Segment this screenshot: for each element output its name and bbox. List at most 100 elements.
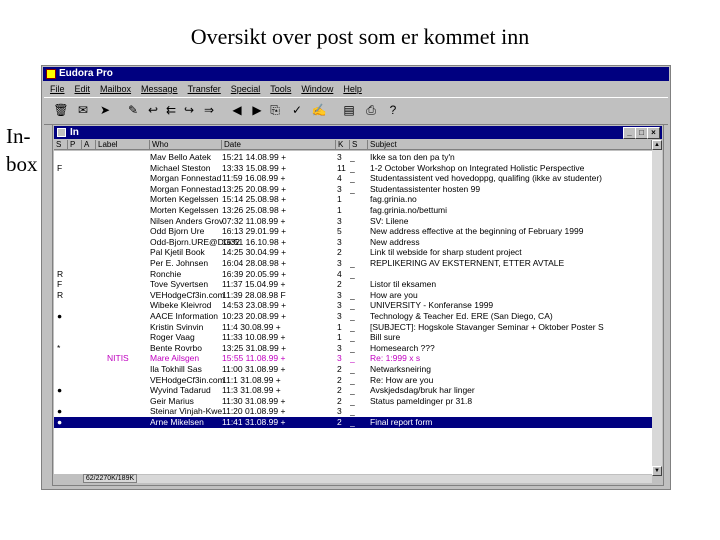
- column-header-attachment[interactable]: A: [82, 140, 96, 150]
- close-button[interactable]: ×: [647, 127, 660, 139]
- message-row[interactable]: Odd Bjorn Ure 16:13 29.01.99 +5 New addres…: [54, 226, 652, 237]
- sign-icon[interactable]: ✍: [310, 101, 328, 119]
- message-row[interactable]: Per E. Johnsen 16:04 28.08.98 +3 _ REPLIKER…: [54, 258, 652, 269]
- date-cell: 13:25 31.08.99 +: [222, 342, 287, 353]
- vertical-scrollbar[interactable]: ▲ ▼: [652, 140, 662, 476]
- message-row[interactable]: ● AACE Information 10:23 20.08.99 +3 _ Techn…: [54, 311, 652, 322]
- address-book-icon[interactable]: ▤: [340, 101, 358, 119]
- check-spelling-icon[interactable]: ✓: [288, 101, 306, 119]
- scroll-up-arrow-icon[interactable]: ▲: [652, 140, 662, 150]
- message-row[interactable]: ● Steinar Vinjah-Kwe 11:20 01.08.99 +3 _: [54, 406, 652, 417]
- menu-item[interactable]: Tools: [270, 84, 291, 94]
- message-row[interactable]: Geir Marius 11:30 31.08.99 +2 _ Status pame…: [54, 396, 652, 407]
- redirect-icon[interactable]: ⇒: [200, 101, 218, 119]
- message-row[interactable]: Odd-Bjorn.URE@DG32 16:51 16.10.98 +3 New a…: [54, 237, 652, 248]
- message-row[interactable]: Kristin Svinvin 11:4 30.08.99 +1 _ [SUBJECT…: [54, 322, 652, 333]
- menu-item[interactable]: Edit: [75, 84, 91, 94]
- column-header-status[interactable]: S: [54, 140, 68, 150]
- size-cell: _: [350, 152, 355, 162]
- column-header-subject[interactable]: Subject: [368, 140, 652, 150]
- message-row[interactable]: NITIS Mare Ailsgen 15:55 11.08.99 +3 _ Re: 1…: [54, 353, 652, 364]
- priority-cell: 1: [337, 321, 342, 332]
- message-row[interactable]: Pal Kjetil Book 14:25 30.04.99 +2 Link til…: [54, 247, 652, 258]
- check-mail-icon[interactable]: ✉: [74, 101, 92, 119]
- status-dot-icon: ●: [57, 311, 63, 321]
- priority-cell: 2: [337, 417, 342, 427]
- send-mail-icon[interactable]: ➤: [96, 101, 114, 119]
- column-header-who[interactable]: Who: [150, 140, 222, 150]
- message-row[interactable]: Roger Vaag 11:33 10.08.99 +1 _ Bill sure: [54, 332, 652, 343]
- subject-cell: Status pameldinger pr 31.8: [370, 395, 473, 406]
- size-cell: _: [350, 300, 355, 311]
- menu-item[interactable]: Message: [141, 84, 178, 94]
- attach-file-icon[interactable]: ⎘: [266, 101, 284, 119]
- subject-cell: 1-2 October Workshop on Integrated Holis…: [370, 162, 585, 173]
- date-cell: 16:04 28.08.98 +: [222, 258, 287, 268]
- size-cell: _: [350, 268, 355, 279]
- reply-icon[interactable]: ↩: [144, 101, 162, 119]
- message-row[interactable]: Ila Tokhill Sas 11:00 31.08.99 +2 _ Netwark…: [54, 364, 652, 375]
- column-header-priority[interactable]: P: [68, 140, 82, 150]
- message-row[interactable]: * Bente Rovrbo 13:25 31.08.99 +3 _ Homesearc…: [54, 343, 652, 354]
- date-cell: 11:59 16.08.99 +: [222, 173, 286, 184]
- trash-icon[interactable]: 🗑: [52, 101, 70, 119]
- help-pointer-icon[interactable]: ?: [384, 101, 402, 119]
- previous-message-icon[interactable]: ◀: [228, 101, 246, 119]
- subject-cell: fag.grinia.no: [370, 194, 417, 205]
- message-row[interactable]: Morten Kegelssen 15:14 25.08.98 +1 fag.gri…: [54, 194, 652, 205]
- scroll-down-arrow-icon[interactable]: ▼: [652, 466, 662, 476]
- menu-item[interactable]: File: [50, 84, 65, 94]
- date-cell: 15:55 11.08.99 +: [222, 353, 286, 364]
- date-cell: 11:33 10.08.99 +: [222, 332, 286, 343]
- forward-icon[interactable]: ↪: [180, 101, 198, 119]
- date-cell: 07:32 11.08.99 +: [222, 215, 286, 226]
- menu-item[interactable]: Help: [343, 84, 362, 94]
- size-cell: _: [350, 311, 355, 321]
- status-flag: *: [57, 342, 61, 353]
- priority-cell: 1: [337, 332, 342, 343]
- size-cell: _: [350, 321, 355, 332]
- message-row[interactable]: F Michael Steston 13:33 15.08.99 +11 _ 1-2 O…: [54, 163, 652, 174]
- new-message-icon[interactable]: ✎: [124, 101, 142, 119]
- message-row[interactable]: Morgan Fonnestad 11:59 16.08.99 +4 _ Studen…: [54, 173, 652, 184]
- menu-item[interactable]: Mailbox: [100, 84, 131, 94]
- size-cell: _: [350, 332, 355, 343]
- date-cell: 16:51 16.10.98 +: [222, 236, 287, 247]
- message-row[interactable]: VEHodgeCf3in.com 11:1 31.08.99 +2 _ Re: How…: [54, 375, 652, 386]
- label-cell: NITIS: [107, 353, 129, 364]
- horizontal-scrollbar[interactable]: [137, 475, 652, 483]
- size-cell: _: [350, 374, 355, 385]
- subject-cell: Final report form: [370, 417, 433, 427]
- message-row[interactable]: Morten Kegelssen 13:26 25.08.98 +1 fag.gri…: [54, 205, 652, 216]
- column-header-size[interactable]: S: [350, 140, 368, 150]
- message-row[interactable]: Mav Bello Aatek 15:21 14.08.99 +3 _ Ikke sa…: [54, 152, 652, 163]
- message-row[interactable]: Morgan Fonnestad 13:25 20.08.99 +3 _ Studen…: [54, 184, 652, 195]
- column-header-k[interactable]: K: [336, 140, 350, 150]
- message-row[interactable]: ● Wyvind Tadarud 11:3 31.08.99 +2 _ Avskjeds…: [54, 385, 652, 396]
- priority-cell: 3: [337, 258, 342, 268]
- print-icon[interactable]: ⎙: [362, 101, 380, 119]
- next-message-icon[interactable]: ▶: [248, 101, 266, 119]
- column-header-date[interactable]: Date: [222, 140, 336, 150]
- app-titlebar[interactable]: Eudora Pro: [43, 67, 669, 81]
- column-header-label[interactable]: Label: [96, 140, 150, 150]
- menu-item[interactable]: Window: [301, 84, 333, 94]
- menu-item[interactable]: Transfer: [188, 84, 221, 94]
- priority-cell: 1: [337, 205, 342, 215]
- menu-item[interactable]: Special: [231, 84, 261, 94]
- subject-cell: Listor til eksamen: [370, 279, 437, 290]
- reply-all-icon[interactable]: ⇇: [162, 101, 180, 119]
- date-cell: 11:20 01.08.99 +: [222, 406, 286, 417]
- message-row[interactable]: Nilsen Anders Grov 07:32 11.08.99 +3 SV: L…: [54, 216, 652, 227]
- priority-cell: 3: [337, 152, 342, 162]
- message-row[interactable]: F Tove Syvertsen 11:37 15.04.99 +2 Listor t…: [54, 279, 652, 290]
- message-row[interactable]: R VEHodgeCf3in.com 11:39 28.08.98 F 3 _ How a…: [54, 290, 652, 301]
- message-row[interactable]: R Ronchie 16:39 20.05.99 +4 _: [54, 269, 652, 280]
- message-row[interactable]: ● Arne Mikelsen 11:41 31.08.99 +2 _ Final re…: [54, 417, 652, 428]
- mailbox-titlebar[interactable]: In _ □ ×: [54, 126, 662, 139]
- priority-cell: 3: [337, 406, 342, 417]
- message-row[interactable]: Wibeke Kleivrod 14:53 23.08.99 +3 _ UNIVERS…: [54, 300, 652, 311]
- size-cell: _: [350, 162, 355, 173]
- date-cell: 13:25 20.08.99 +: [222, 183, 287, 194]
- status-dot-icon: ●: [57, 385, 63, 396]
